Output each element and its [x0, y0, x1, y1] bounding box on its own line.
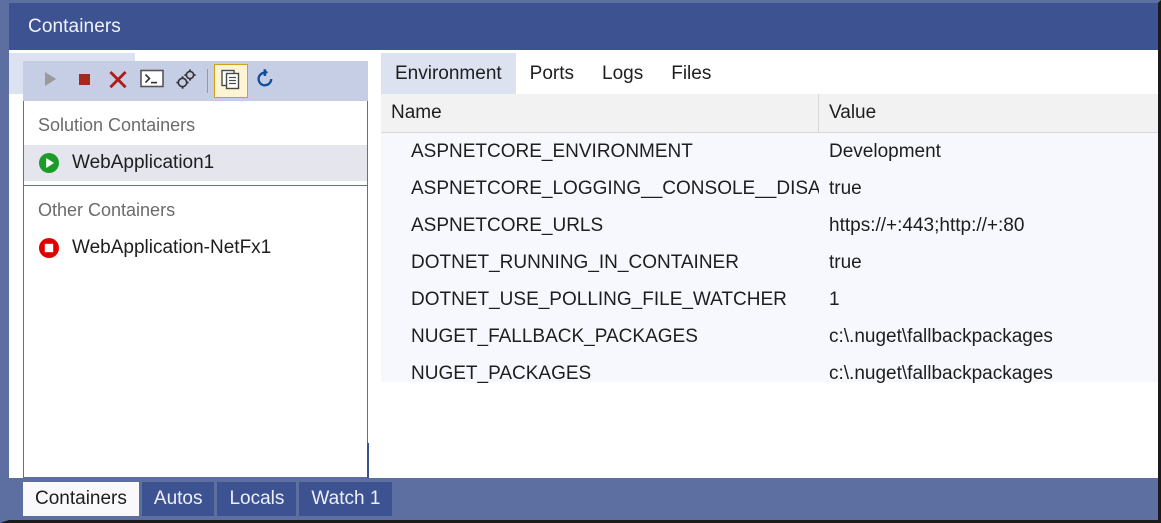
tab-ports[interactable]: Ports	[516, 53, 588, 94]
detail-pane: Environment Ports Logs Files Name Value …	[378, 50, 1158, 478]
tab-ports-label: Ports	[530, 63, 574, 84]
bottom-tab-locals[interactable]: Locals	[217, 482, 296, 516]
table-row[interactable]: NUGET_PACKAGES c:\.nuget\fallbackpackage…	[381, 355, 1158, 392]
list-item[interactable]: WebApplication-NetFx1	[24, 230, 367, 266]
detail-tabstrip: Environment Ports Logs Files	[378, 50, 1158, 94]
bottom-tab-autos[interactable]: Autos	[142, 482, 215, 516]
bottom-tab-locals-label: Locals	[229, 488, 284, 509]
close-x-icon	[108, 69, 128, 94]
refresh-icon	[254, 68, 276, 95]
cell-name: ASPNETCORE_ENVIRONMENT	[381, 133, 819, 170]
cell-name: NUGET_PACKAGES	[381, 355, 819, 392]
container-group-solution: Solution Containers WebApplication1	[24, 101, 367, 186]
debugger-tab-bar: Containers Autos Locals Watch 1	[9, 478, 1158, 520]
copy-documents-icon	[220, 68, 242, 95]
cell-name: ASPNETCORE_LOGGING__CONSOLE__DISA…	[381, 170, 819, 207]
start-button[interactable]	[33, 64, 67, 98]
play-icon	[41, 70, 59, 93]
column-header-value[interactable]: Value	[819, 94, 1158, 132]
tab-logs-label: Logs	[602, 63, 643, 84]
environment-variables-grid: Name Value ASPNETCORE_ENVIRONMENT Develo…	[381, 94, 1158, 478]
cell-name: NUGET_FALLBACK_PACKAGES	[381, 318, 819, 355]
table-row[interactable]: ASPNETCORE_LOGGING__CONSOLE__DISA… true	[381, 170, 1158, 207]
table-row[interactable]: DOTNET_RUNNING_IN_CONTAINER true	[381, 244, 1158, 281]
terminal-button[interactable]	[135, 64, 169, 98]
cell-name: DOTNET_RUNNING_IN_CONTAINER	[381, 244, 819, 281]
cell-value: Development	[819, 133, 1158, 170]
bottom-tab-containers[interactable]: Containers	[23, 482, 139, 516]
bottom-tab-watch-1[interactable]: Watch 1	[299, 482, 392, 516]
bottom-tab-containers-label: Containers	[35, 488, 127, 509]
table-row[interactable]: DOTNET_USE_POLLING_FILE_WATCHER 1	[381, 281, 1158, 318]
container-toolbar	[23, 61, 368, 101]
list-item[interactable]: WebApplication1	[24, 145, 367, 181]
stop-icon	[75, 70, 93, 93]
view-logs-button[interactable]	[214, 64, 248, 98]
list-item-label: WebApplication-NetFx1	[72, 237, 271, 259]
table-row[interactable]: ASPNETCORE_URLS https://+:443;http://+:8…	[381, 207, 1158, 244]
container-list[interactable]: Solution Containers WebApplication1 Othe…	[23, 101, 368, 478]
pane-splitter[interactable]	[367, 443, 369, 479]
cell-value: https://+:443;http://+:80	[819, 207, 1158, 244]
cell-value: true	[819, 170, 1158, 207]
terminal-icon	[140, 69, 164, 93]
tab-environment[interactable]: Environment	[381, 53, 516, 94]
page-title: Containers	[9, 16, 121, 38]
remove-button[interactable]	[101, 64, 135, 98]
cell-name: ASPNETCORE_URLS	[381, 207, 819, 244]
gears-icon	[174, 68, 198, 95]
window-title-bar: Containers	[9, 3, 1158, 50]
refresh-button[interactable]	[248, 64, 282, 98]
table-row[interactable]: ASPNETCORE_ENVIRONMENT Development	[381, 133, 1158, 170]
tab-files-label: Files	[671, 63, 711, 84]
cell-value: c:\.nuget\fallbackpackages	[819, 318, 1158, 355]
cell-value: true	[819, 244, 1158, 281]
cell-value: 1	[819, 281, 1158, 318]
table-row[interactable]: NUGET_FALLBACK_PACKAGES c:\.nuget\fallba…	[381, 318, 1158, 355]
group-header-label: Other Containers	[24, 186, 367, 230]
toolbar-separator	[207, 69, 208, 93]
tab-environment-label: Environment	[395, 63, 502, 84]
running-status-icon	[38, 152, 60, 174]
cell-name: DOTNET_USE_POLLING_FILE_WATCHER	[381, 281, 819, 318]
stopped-status-icon	[38, 237, 60, 259]
column-header-name[interactable]: Name	[381, 94, 819, 132]
bottom-tab-autos-label: Autos	[154, 488, 203, 509]
grid-header-row: Name Value	[381, 94, 1158, 133]
container-group-other: Other Containers WebApplication-NetFx1	[24, 186, 367, 266]
tab-files[interactable]: Files	[657, 53, 725, 94]
list-item-label: WebApplication1	[72, 152, 214, 174]
bottom-tab-watch-1-label: Watch 1	[311, 488, 380, 509]
settings-button[interactable]	[169, 64, 203, 98]
containers-tool-window: Containers Containers Images	[0, 0, 1161, 523]
group-header-label: Solution Containers	[24, 101, 367, 145]
grid-body: ASPNETCORE_ENVIRONMENT Development ASPNE…	[381, 133, 1158, 382]
tab-logs[interactable]: Logs	[588, 53, 657, 94]
cell-value: c:\.nuget\fallbackpackages	[819, 355, 1158, 392]
stop-button[interactable]	[67, 64, 101, 98]
